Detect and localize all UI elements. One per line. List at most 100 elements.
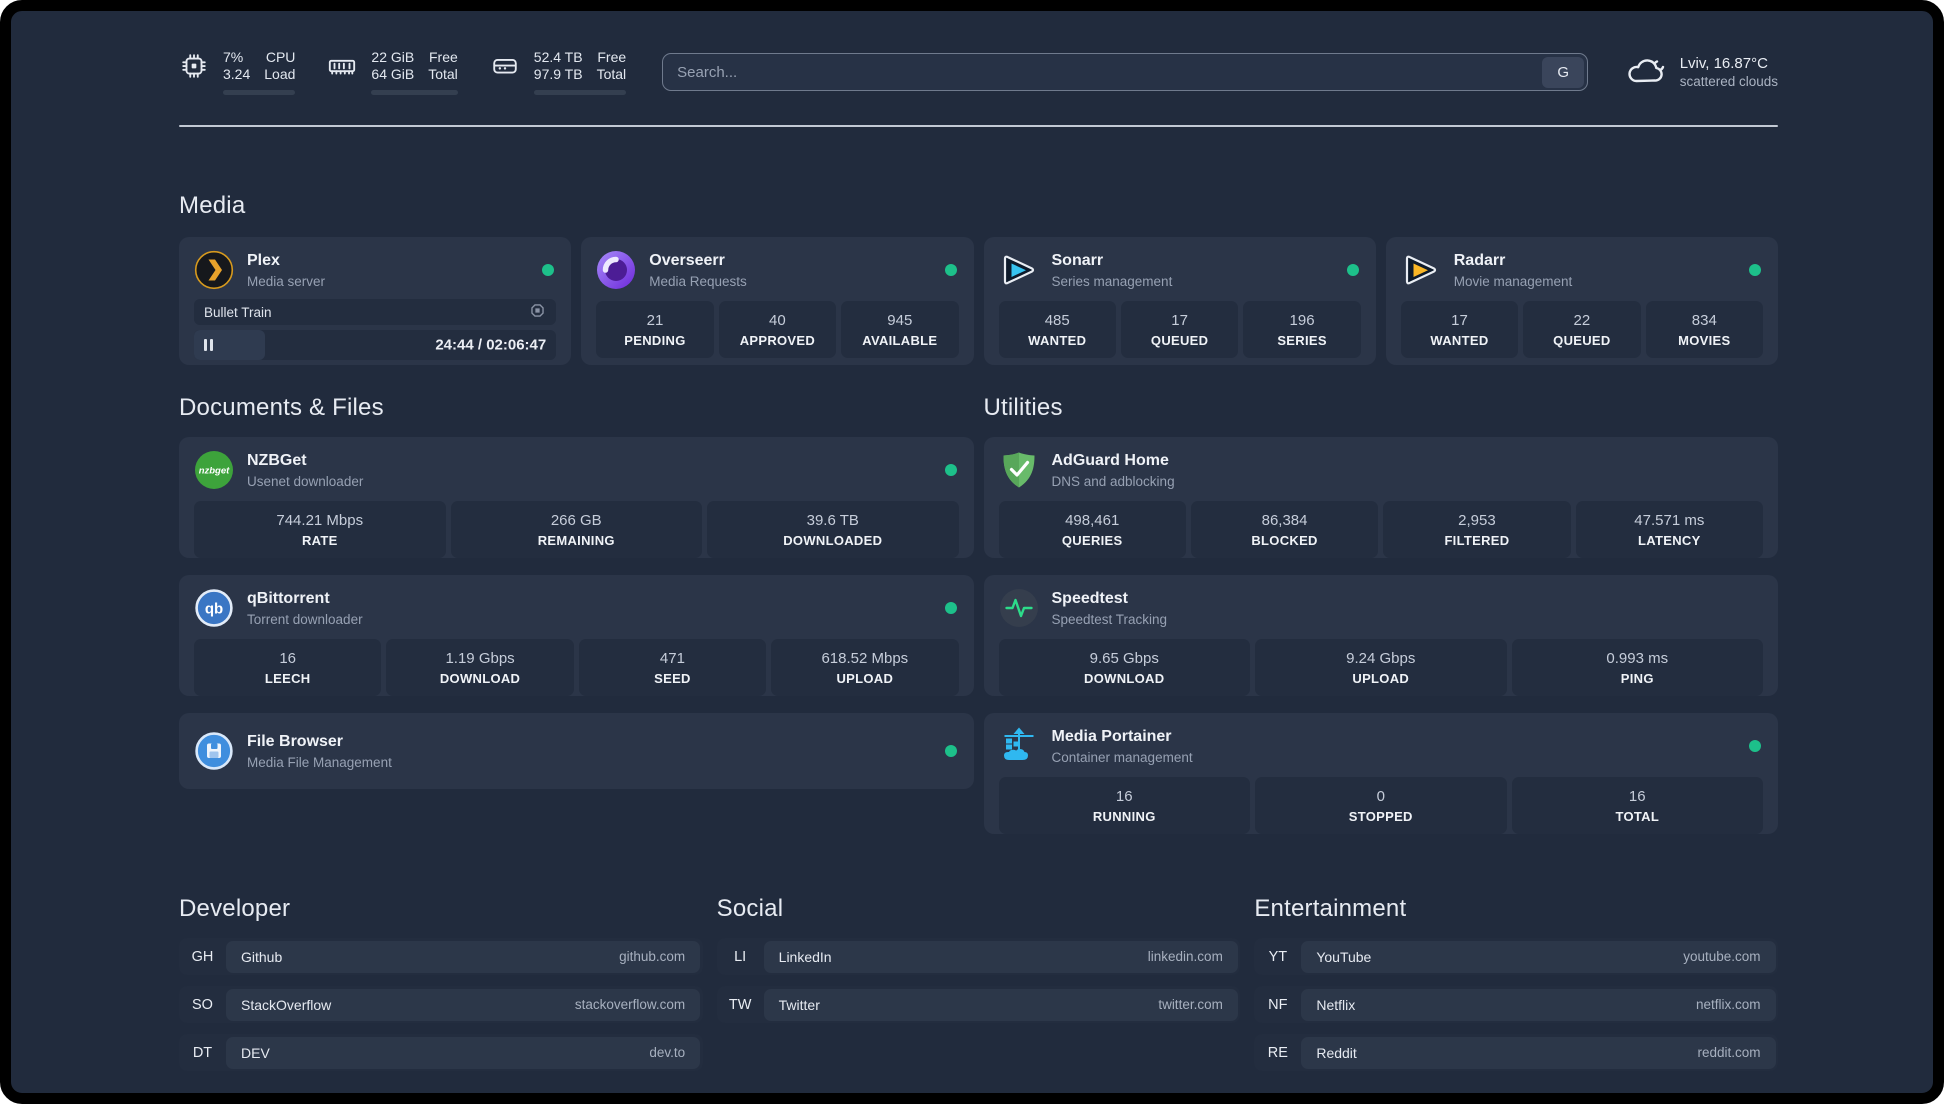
section-entertainment: Entertainment YT YouTube youtube.com NF … [1254, 894, 1778, 1071]
bookmark-name: StackOverflow [241, 996, 332, 1013]
stat-movies: 834 MOVIES [1645, 301, 1764, 358]
service-name: Sonarr [1051, 251, 1104, 269]
qbittorrent-icon: qb [194, 588, 234, 628]
memory-free-value: 22 GiB [371, 49, 415, 65]
bookmark-url: youtube.com [1683, 949, 1761, 964]
service-description: Media server [247, 273, 326, 289]
memory-icon [327, 51, 357, 81]
search-input[interactable] [662, 53, 1588, 91]
disk-total-value: 97.9 TB [533, 66, 583, 82]
bookmark-name: DEV [241, 1044, 270, 1061]
section-documents: Documents & Files nzbget NZBGet Usenet d… [179, 393, 974, 834]
stat-blocked: 86,384 BLOCKED [1190, 501, 1379, 558]
section-utilities: Utilities AdGuard Home DNS and adblockin… [983, 393, 1778, 834]
bookmark-dev[interactable]: DT DEV dev.to [179, 1034, 703, 1071]
service-description: Torrent downloader [247, 611, 363, 627]
stat-available: 945 AVAILABLE [841, 301, 959, 358]
playback-progress-bar: 24:44 / 02:06:47 [194, 330, 557, 360]
stat-running: 16 RUNNING [998, 777, 1250, 834]
bookmark-name: Twitter [778, 996, 820, 1013]
bookmark-twitter[interactable]: TW Twitter twitter.com [716, 986, 1241, 1023]
weather-condition: scattered clouds [1679, 74, 1778, 89]
service-description: Media Requests [649, 273, 747, 289]
bookmark-name: Netflix [1316, 996, 1356, 1013]
memory-free-label: Free [429, 49, 458, 65]
stat-series: 196 SERIES [1243, 301, 1361, 358]
section-developer: Developer GH Github github.com SO StackO… [179, 894, 703, 1071]
status-dot [1346, 264, 1359, 276]
stat-download: 9.65 Gbps DOWNLOAD [998, 639, 1250, 696]
memory-resource-widget: 22 GiB 64 GiB Free Total [327, 49, 458, 95]
stat-queued: 17 QUEUED [1120, 301, 1239, 358]
bookmark-netflix[interactable]: NF Netflix netflix.com [1254, 986, 1778, 1023]
service-card-portainer[interactable]: Media Portainer Container management 16 … [983, 713, 1778, 834]
status-dot [944, 264, 957, 276]
stat-queued: 22 QUEUED [1523, 301, 1641, 358]
stat-rate: 744.21 Mbps RATE [194, 501, 446, 558]
stat-upload: 9.24 Gbps UPLOAD [1255, 639, 1507, 696]
playback-time: 24:44 / 02:06:47 [435, 336, 547, 354]
bookmark-reddit[interactable]: RE Reddit reddit.com [1254, 1034, 1778, 1071]
now-playing-title: Bullet Train [204, 304, 272, 320]
service-card-qbittorrent[interactable]: qb qBittorrent Torrent downloader 16 LEE… [179, 575, 974, 696]
speedtest-icon [999, 588, 1039, 628]
service-name: Plex [247, 251, 280, 269]
bookmark-name: LinkedIn [778, 948, 832, 965]
cpu-resource-widget: 7% 3.24 CPU Load [179, 49, 296, 95]
plex-icon [194, 250, 234, 290]
stat-wanted: 17 WANTED [1400, 301, 1519, 358]
service-card-sonarr[interactable]: Sonarr Series management 485 WANTED 17 Q… [983, 237, 1376, 365]
disk-progress-bar [533, 90, 627, 95]
stop-icon[interactable] [529, 302, 546, 322]
service-card-plex[interactable]: Plex Media server Bullet Train 24:44 / 0… [179, 237, 572, 365]
bookmark-url: github.com [619, 949, 686, 964]
disk-total-label: Total [596, 66, 627, 82]
service-name: AdGuard Home [1051, 451, 1169, 469]
service-name: qBittorrent [247, 589, 330, 607]
svg-text:qb: qb [205, 601, 223, 618]
stat-latency: 47.571 ms LATENCY [1575, 501, 1763, 558]
overseerr-icon [596, 250, 636, 290]
service-card-adguard[interactable]: AdGuard Home DNS and adblocking 498,461 … [983, 437, 1778, 558]
pause-icon[interactable] [204, 339, 213, 351]
bookmark-github[interactable]: GH Github github.com [179, 938, 703, 975]
section-title-documents: Documents & Files [179, 394, 384, 421]
bookmark-url: netflix.com [1695, 997, 1761, 1012]
disk-free-value: 52.4 TB [533, 49, 583, 65]
filebrowser-icon [194, 731, 234, 771]
service-card-speedtest[interactable]: Speedtest Speedtest Tracking 9.65 Gbps D… [983, 575, 1778, 696]
bookmark-linkedin[interactable]: LI LinkedIn linkedin.com [716, 938, 1241, 975]
adguard-icon [999, 450, 1039, 490]
plex-now-playing: Bullet Train 24:44 / 02:06:47 [194, 299, 557, 360]
stat-leech: 16 LEECH [194, 639, 382, 696]
cpu-label: CPU [265, 49, 296, 65]
bookmark-youtube[interactable]: YT YouTube youtube.com [1254, 938, 1778, 975]
cpu-value: 7% [223, 49, 244, 65]
service-name: File Browser [247, 732, 344, 750]
service-name: Media Portainer [1051, 727, 1172, 745]
cpu-progress-bar [223, 90, 296, 95]
disk-resource-widget: 52.4 TB 97.9 TB Free Total [490, 49, 627, 95]
service-description: DNS and adblocking [1051, 473, 1175, 489]
svg-text:nzbget: nzbget [199, 466, 230, 477]
service-card-filebrowser[interactable]: File Browser Media File Management [179, 713, 974, 789]
memory-total-label: Total [428, 66, 458, 82]
section-title-entertainment: Entertainment [1254, 895, 1407, 922]
stat-download: 1.19 Gbps DOWNLOAD [386, 639, 574, 696]
service-name: Radarr [1453, 251, 1506, 269]
bookmark-url: reddit.com [1697, 1045, 1761, 1060]
memory-total-value: 64 GiB [371, 66, 415, 82]
search-provider-button[interactable]: G [1542, 56, 1585, 88]
bookmark-url: dev.to [649, 1045, 686, 1060]
resource-widgets: 7% 3.24 CPU Load 22 GiB 64 GiB Free Tota… [179, 49, 627, 95]
bookmark-stackoverflow[interactable]: SO StackOverflow stackoverflow.com [179, 986, 703, 1023]
cpu-load-label: Load [264, 66, 296, 82]
status-dot [944, 464, 957, 476]
bookmark-url: stackoverflow.com [574, 997, 686, 1012]
service-card-nzbget[interactable]: nzbget NZBGet Usenet downloader 744.21 M… [179, 437, 974, 558]
stat-wanted: 485 WANTED [998, 301, 1116, 358]
service-card-overseerr[interactable]: Overseerr Media Requests 21 PENDING 40 A… [581, 237, 974, 365]
service-card-radarr[interactable]: Radarr Movie management 17 WANTED 22 QUE… [1385, 237, 1778, 365]
memory-progress-bar [371, 90, 458, 95]
bookmark-name: YouTube [1316, 948, 1372, 965]
